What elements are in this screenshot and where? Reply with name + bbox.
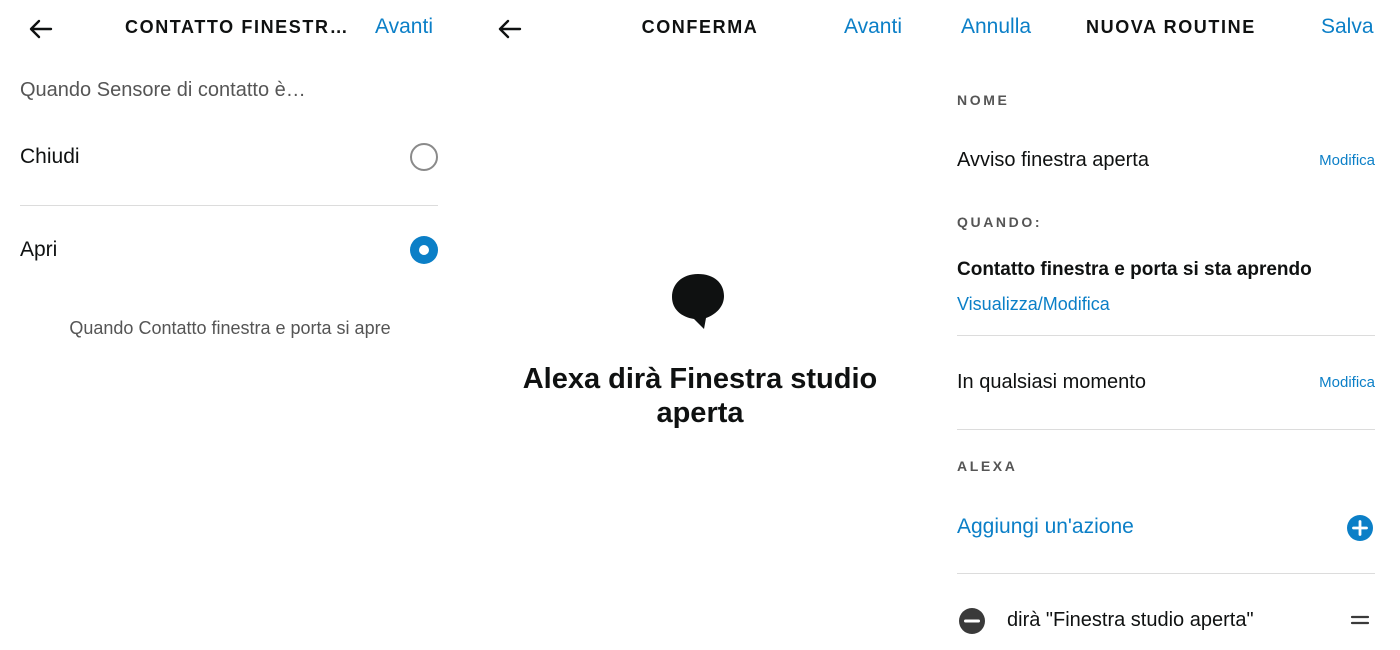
divider [957,335,1375,336]
view-edit-trigger-link[interactable]: Visualizza/Modifica [957,294,1110,315]
confirm-panel: CONFERMA Avanti Alexa dirà Finestra stud… [470,0,930,650]
option-close-label: Chiudi [20,145,80,168]
routine-name: Avviso finestra aperta [957,149,1149,171]
option-close[interactable]: Chiudi [20,131,438,187]
next-button[interactable]: Avanti [844,15,902,39]
new-routine-panel: Annulla NUOVA ROUTINE Salva NOME Avviso … [940,0,1400,650]
option-open[interactable]: Apri [20,224,438,280]
page-title: NUOVA ROUTINE [1086,17,1256,37]
divider [20,205,438,206]
radio-unselected-icon[interactable] [410,143,438,171]
condition-prompt: Quando Sensore di contatto è… [20,79,306,101]
save-button[interactable]: Salva [1321,15,1374,39]
page-title: CONTATTO FINESTR… [125,17,350,37]
action-text: dirà "Finestra studio aperta" [1007,609,1254,631]
remove-circle-icon[interactable] [959,608,985,634]
section-header-when: QUANDO: [957,214,1043,230]
trigger-summary: Contatto finestra e porta si sta aprendo [957,259,1312,280]
divider [957,429,1375,430]
add-action-link[interactable]: Aggiungi un'azione [957,515,1134,539]
confirmation-message: Alexa dirà Finestra studio aperta [522,363,878,429]
schedule-text: In qualsiasi momento [957,371,1146,393]
edit-schedule-button[interactable]: Modifica [1319,374,1375,391]
option-open-label: Apri [20,238,58,261]
divider [957,573,1375,574]
back-arrow-icon[interactable] [26,14,56,44]
drag-handle-icon[interactable] [1350,610,1370,630]
radio-selected-icon[interactable] [410,236,438,264]
section-header-alexa: ALEXA [957,458,1018,474]
speech-bubble-icon [670,272,726,330]
edit-name-button[interactable]: Modifica [1319,152,1375,169]
section-header-name: NOME [957,92,1010,108]
trigger-state-panel: CONTATTO FINESTR… Avanti Quando Sensore … [0,0,460,650]
cancel-button[interactable]: Annulla [961,15,1031,39]
add-circle-icon[interactable] [1347,515,1373,541]
condition-summary: Quando Contatto finestra e porta si apre [69,318,391,338]
next-button[interactable]: Avanti [375,15,433,39]
